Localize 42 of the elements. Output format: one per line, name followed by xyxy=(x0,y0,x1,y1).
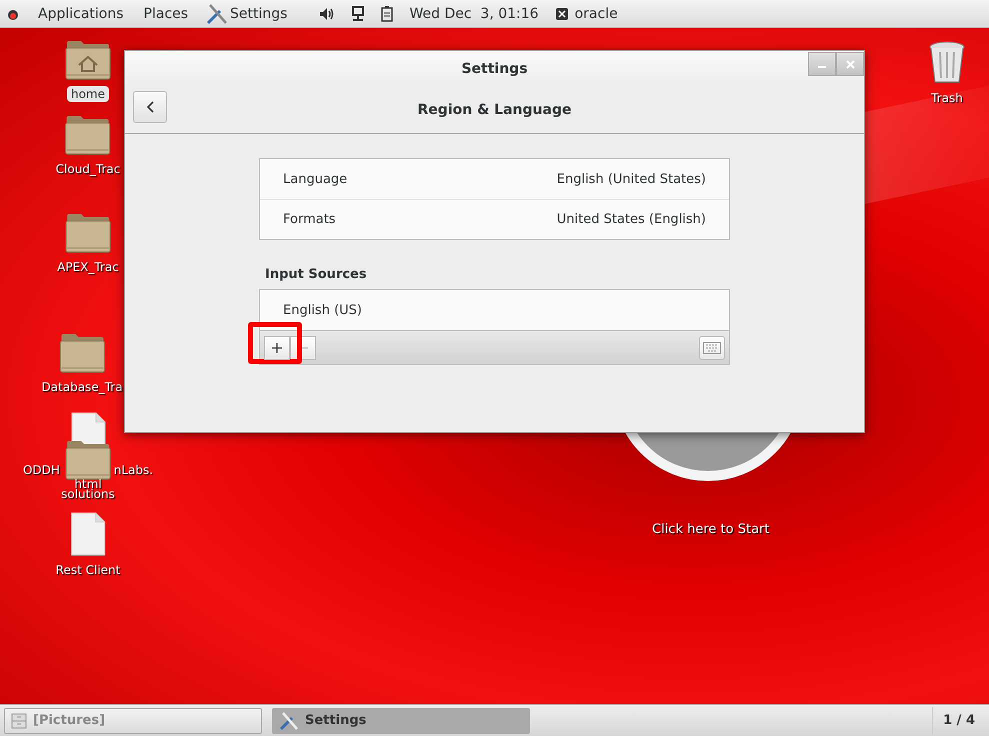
close-icon xyxy=(846,60,854,68)
user-icon xyxy=(554,6,569,20)
clock[interactable]: Wed Dec 3, 01:16 xyxy=(409,6,539,22)
workspace-indicator[interactable]: 1 / 4 xyxy=(932,706,985,734)
folder-icon xyxy=(65,440,111,480)
page-title: Region & Language xyxy=(418,102,572,118)
keyboard-icon xyxy=(703,342,721,354)
desktop-icon-label[interactable]: home xyxy=(66,86,110,102)
add-button[interactable]: + xyxy=(264,336,290,360)
app-menu[interactable]: Settings xyxy=(230,6,288,22)
volume-icon[interactable] xyxy=(319,6,336,20)
folder-icon xyxy=(59,333,105,373)
desktop-icon-label[interactable]: Database_Tra xyxy=(37,379,127,395)
user-menu[interactable]: oracle xyxy=(574,6,618,22)
cabinet-icon xyxy=(11,712,27,728)
desktop-icon-label[interactable]: ODDH nLabs. xyxy=(18,462,158,478)
desktop-icon-label[interactable]: Rest Client xyxy=(52,562,124,578)
top-menu[interactable]: Places xyxy=(142,4,190,24)
battery-icon[interactable] xyxy=(381,6,394,22)
window-title: Settings xyxy=(461,61,528,77)
keyboard-button[interactable] xyxy=(699,336,725,360)
settings-row[interactable]: Formats United States (English) xyxy=(260,199,729,239)
section-heading: Input Sources xyxy=(265,267,368,282)
folder-icon xyxy=(65,213,111,253)
taskbar-button[interactable]: [Pictures] xyxy=(4,708,262,734)
start-label[interactable]: Click here to Start xyxy=(652,522,770,537)
taskbar-button[interactable]: Settings xyxy=(272,708,530,734)
tools-icon xyxy=(279,710,299,730)
desktop-icon-label[interactable]: APEX_Trac xyxy=(53,259,123,275)
chevron-left-icon xyxy=(146,101,154,113)
trash-icon xyxy=(927,40,967,84)
home-folder-icon xyxy=(65,40,111,80)
top-menu[interactable]: Applications xyxy=(36,4,126,24)
input-source-row[interactable]: English (US) xyxy=(260,290,729,330)
desktop-icon-label[interactable]: Cloud_Trac xyxy=(52,161,124,177)
back-button[interactable] xyxy=(133,91,167,123)
settings-row[interactable]: Language English (United States) xyxy=(260,159,729,199)
desktop-icon-label[interactable]: Trash xyxy=(927,90,967,106)
document-icon xyxy=(70,512,106,556)
folder-icon xyxy=(65,115,111,155)
tools-icon xyxy=(206,2,228,24)
network-icon[interactable] xyxy=(351,6,366,22)
